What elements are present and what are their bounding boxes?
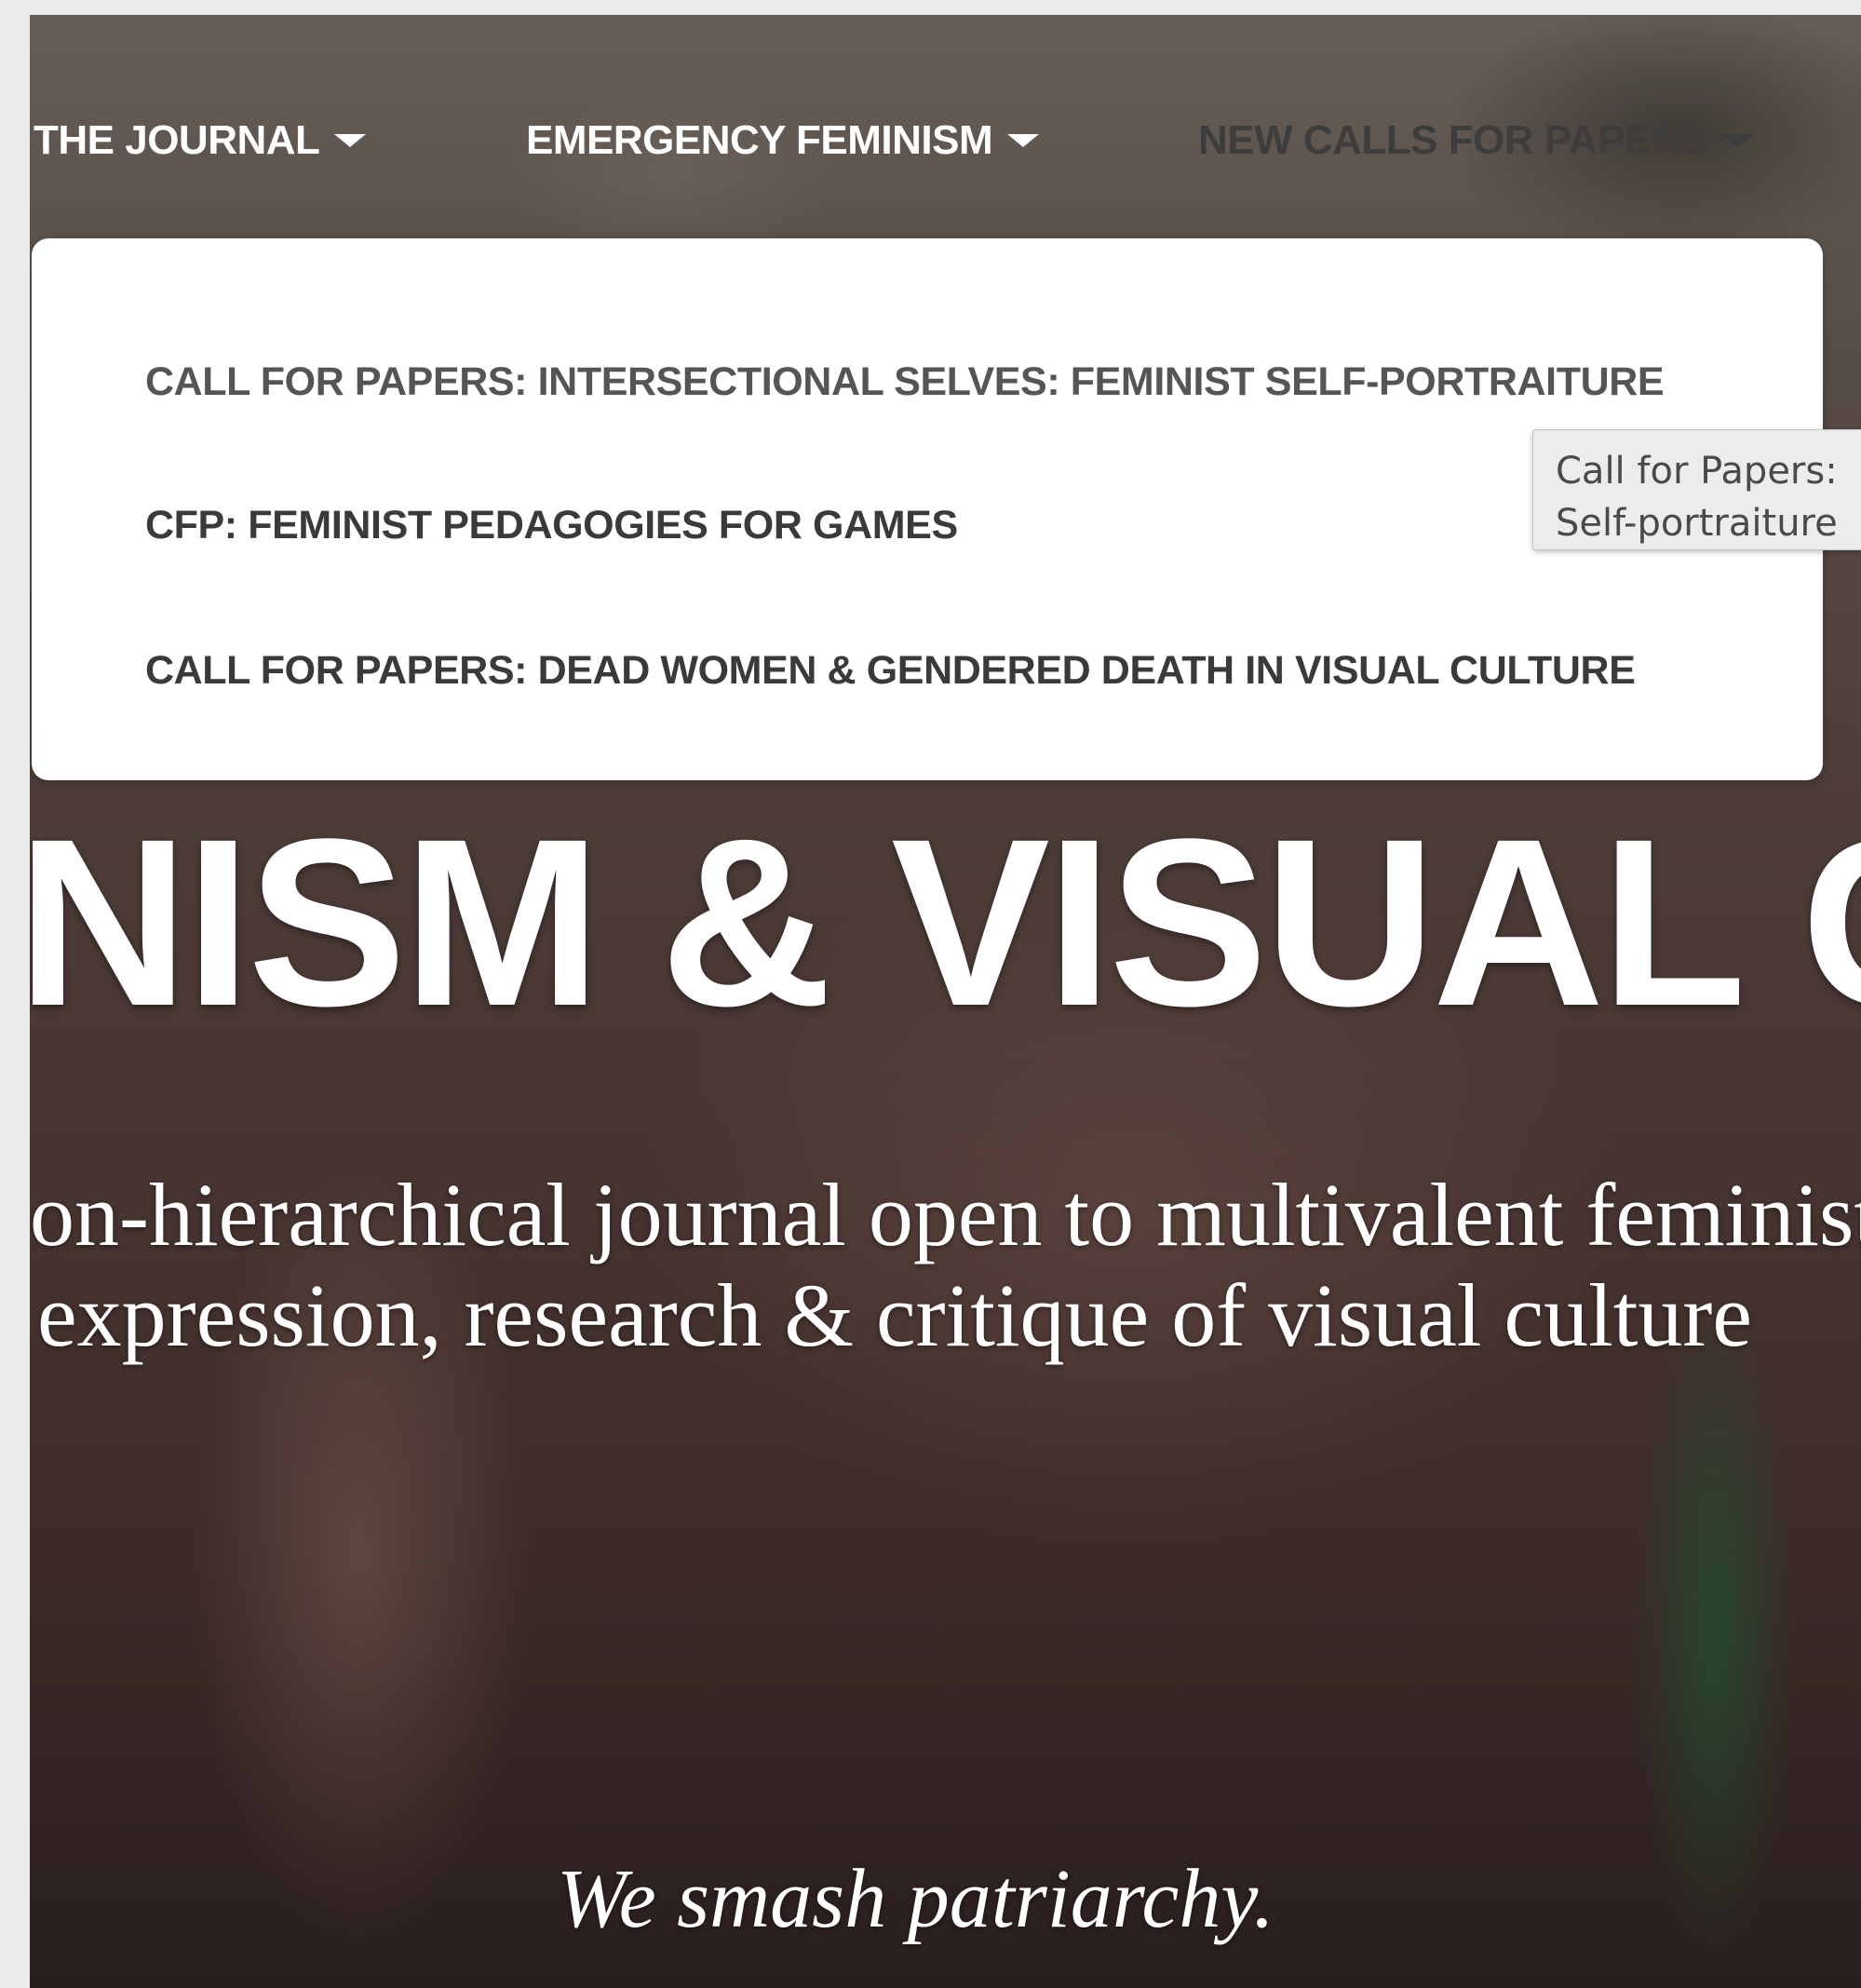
nav-item-the-journal[interactable]: THE JOURNAL bbox=[34, 117, 367, 164]
link-tooltip: Call for Papers: Self-portraiture bbox=[1532, 429, 1861, 550]
tooltip-line-1: Call for Papers: bbox=[1556, 450, 1838, 493]
site-description-line-2: expression, research & critique of visua… bbox=[37, 1265, 1752, 1365]
hero-viewport: THE JOURNAL EMERGENCY FEMINISM NEW CALLS… bbox=[30, 15, 1861, 1988]
nav-item-emergency-feminism[interactable]: EMERGENCY FEMINISM bbox=[526, 117, 1040, 164]
main-nav: THE JOURNAL EMERGENCY FEMINISM NEW CALLS… bbox=[30, 117, 1861, 183]
tagline: We smash patriarchy. bbox=[557, 1853, 1274, 1945]
dropdown-item-dead-women[interactable]: CALL FOR PAPERS: DEAD WOMEN & GENDERED D… bbox=[145, 648, 1636, 694]
site-title: NISM & VISUAL C bbox=[30, 790, 1861, 1056]
tooltip-line-2: Self-portraiture bbox=[1556, 502, 1838, 545]
site-description: on-hierarchical journal open to multival… bbox=[30, 1165, 1861, 1366]
nav-item-new-calls-for-papers[interactable]: NEW CALLS FOR PAPERS bbox=[1198, 117, 1754, 164]
caret-down-icon bbox=[1007, 134, 1040, 147]
caret-down-icon bbox=[334, 134, 367, 147]
nav-item-label: EMERGENCY FEMINISM bbox=[526, 117, 993, 163]
nav-item-label: THE JOURNAL bbox=[34, 117, 320, 163]
caret-down-icon bbox=[1721, 134, 1754, 147]
nav-item-label: NEW CALLS FOR PAPERS bbox=[1198, 117, 1707, 163]
site-description-line-1: on-hierarchical journal open to multival… bbox=[30, 1165, 1861, 1264]
dropdown-item-feminist-pedagogies[interactable]: CFP: FEMINIST PEDAGOGIES FOR GAMES bbox=[145, 503, 958, 548]
dropdown-item-intersectional-selves[interactable]: CALL FOR PAPERS: INTERSECTIONAL SELVES: … bbox=[145, 359, 1665, 405]
